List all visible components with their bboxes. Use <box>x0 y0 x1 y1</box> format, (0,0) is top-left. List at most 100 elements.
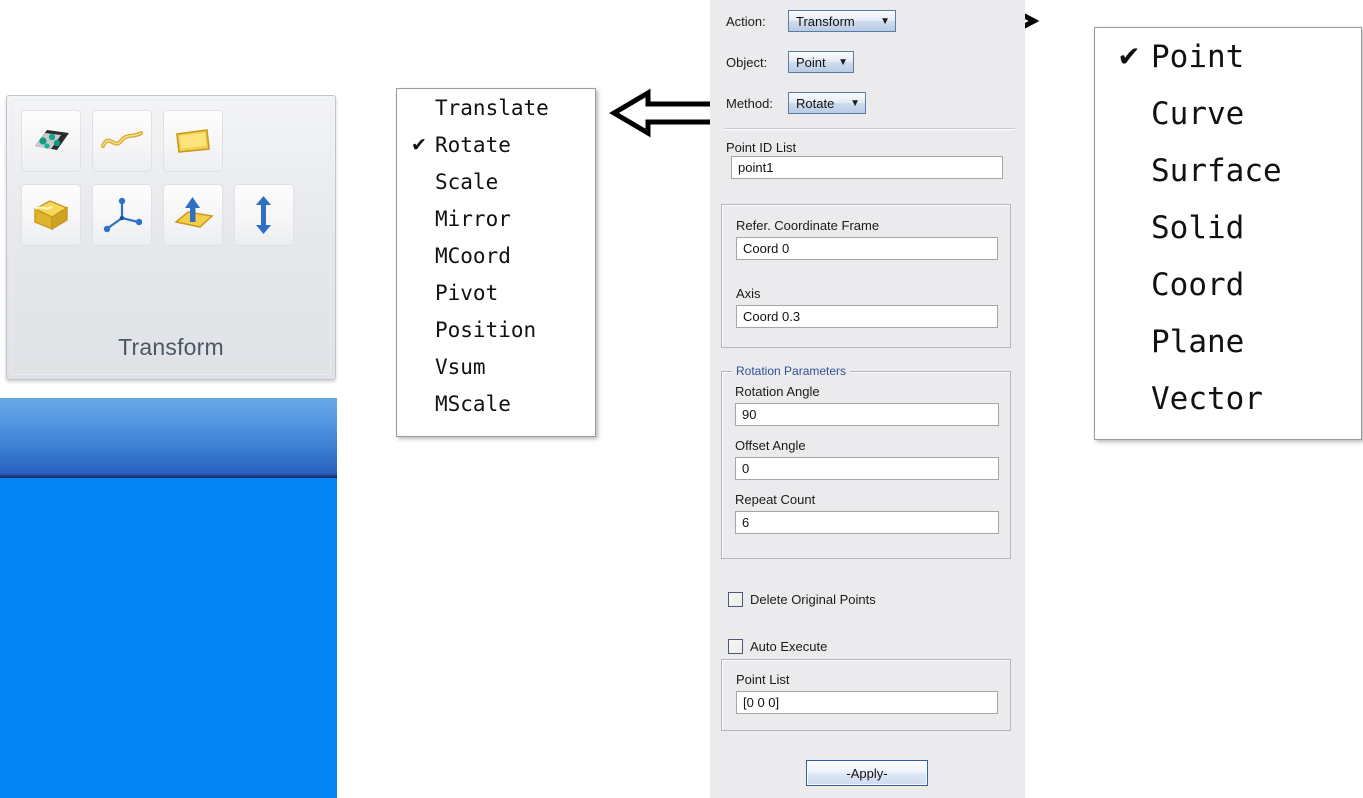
method-menu-item-mscale[interactable]: MScale <box>397 385 595 422</box>
method-menu-item-label: MCoord <box>435 243 511 268</box>
auto-execute-checkbox[interactable]: Auto Execute <box>728 639 827 654</box>
method-combobox[interactable]: Rotate ▼ <box>788 92 866 114</box>
method-menu-item-mirror[interactable]: Mirror <box>397 200 595 237</box>
repeat-count-label: Repeat Count <box>735 492 816 507</box>
solid-icon <box>30 197 72 233</box>
transform-point-button[interactable] <box>21 110 81 172</box>
method-menu-item-scale[interactable]: Scale <box>397 163 595 200</box>
viewport-canvas[interactable] <box>0 478 337 798</box>
object-menu-item-label: Solid <box>1151 209 1245 246</box>
rotation-angle-value: 90 <box>742 407 757 422</box>
point-id-list-label: Point ID List <box>726 140 797 155</box>
method-menu-item-position[interactable]: Position <box>397 311 595 348</box>
object-combobox-value: Point <box>796 54 826 70</box>
transform-group-label: Transform <box>118 334 224 360</box>
action-combobox-value: Transform <box>796 13 855 29</box>
object-menu-item-coord[interactable]: Coord <box>1095 256 1361 313</box>
repeat-count-input[interactable]: 6 <box>735 511 999 534</box>
refer-frame-input[interactable]: Coord 0 <box>736 237 998 260</box>
object-menu-item-label: Plane <box>1151 323 1245 360</box>
delete-original-points-checkbox[interactable]: Delete Original Points <box>728 592 876 607</box>
axis-value: Coord 0.3 <box>743 309 801 324</box>
method-menu-item-label: Vsum <box>435 354 486 379</box>
method-row: Method: Rotate ▼ <box>726 90 1025 116</box>
axis-label: Axis <box>736 286 761 301</box>
refer-coordinate-frame-group: Refer. Coordinate Frame Coord 0 Axis Coo… <box>721 204 1011 348</box>
point-cloud-icon <box>31 124 71 158</box>
check-icon: ✔ <box>1117 40 1141 73</box>
method-label: Method: <box>726 95 773 111</box>
chevron-down-icon: ▼ <box>880 15 890 27</box>
object-menu-item-vector[interactable]: Vector <box>1095 370 1361 427</box>
method-menu-item-rotate[interactable]: ✔ Rotate <box>397 126 595 163</box>
transform-coord-button[interactable] <box>92 184 152 246</box>
method-menu-item-label: Rotate <box>435 132 511 157</box>
rotation-angle-input[interactable]: 90 <box>735 403 999 426</box>
transform-surface-button[interactable] <box>163 110 223 172</box>
coord-axes-icon <box>102 196 142 234</box>
vector-icon <box>250 195 278 235</box>
method-menu-item-label: Translate <box>435 95 549 120</box>
chevron-down-icon: ▼ <box>850 97 860 109</box>
action-label: Action: <box>726 13 766 29</box>
point-id-list-input[interactable]: point1 <box>731 156 1003 179</box>
action-row: Action: Transform ▼ <box>726 8 1025 34</box>
object-menu-item-label: Coord <box>1151 266 1245 303</box>
method-menu-item-label: Scale <box>435 169 499 194</box>
object-menu-item-label: Surface <box>1151 152 1282 189</box>
action-combobox[interactable]: Transform ▼ <box>788 10 896 32</box>
method-menu-item-vsum[interactable]: Vsum <box>397 348 595 385</box>
object-menu-item-curve[interactable]: Curve <box>1095 85 1361 142</box>
offset-angle-value: 0 <box>742 461 750 476</box>
checkbox-box <box>728 639 743 654</box>
method-menu-item-pivot[interactable]: Pivot <box>397 274 595 311</box>
transform-properties-panel: Action: Transform ▼ Object: Point ▼ Meth… <box>710 0 1025 798</box>
object-row: Object: Point ▼ <box>726 49 1025 75</box>
object-menu-item-label: Point <box>1151 38 1245 75</box>
point-list-group: Point List [0 0 0] <box>721 659 1011 731</box>
transform-plane-button[interactable] <box>163 184 223 246</box>
ribbon-row-top <box>21 110 325 172</box>
method-dropdown-menu[interactable]: Translate ✔ Rotate Scale Mirror MCoord Pivot Po… <box>396 88 596 437</box>
transform-vector-button[interactable] <box>234 184 294 246</box>
delete-original-points-label: Delete Original Points <box>750 592 876 607</box>
point-list-input[interactable]: [0 0 0] <box>736 691 998 714</box>
rotation-angle-label: Rotation Angle <box>735 384 820 399</box>
plane-icon <box>172 196 214 234</box>
point-list-value: [0 0 0] <box>743 695 780 710</box>
chevron-down-icon: ▼ <box>838 56 848 68</box>
apply-button[interactable]: -Apply- <box>806 760 928 786</box>
curve-icon <box>100 126 144 156</box>
ribbon-button-rows <box>21 110 325 258</box>
transform-ribbon-group: Transform <box>6 95 336 380</box>
object-menu-item-label: Vector <box>1151 380 1263 417</box>
point-list-label: Point List <box>736 672 790 687</box>
method-menu-item-label: Mirror <box>435 206 511 231</box>
object-menu-item-solid[interactable]: Solid <box>1095 199 1361 256</box>
repeat-count-value: 6 <box>742 515 750 530</box>
panel-divider <box>724 128 1015 130</box>
object-dropdown-menu[interactable]: ✔ Point Curve Surface Solid Coord Plane Vector <box>1094 27 1362 440</box>
method-menu-item-mcoord[interactable]: MCoord <box>397 237 595 274</box>
checkbox-box <box>728 592 743 607</box>
ribbon-row-bottom <box>21 184 325 246</box>
rotation-parameters-group: Rotation Parameters Rotation Angle 90 Of… <box>721 364 1011 559</box>
refer-frame-label: Refer. Coordinate Frame <box>736 218 880 233</box>
object-menu-item-point[interactable]: ✔ Point <box>1095 28 1361 85</box>
offset-angle-label: Offset Angle <box>735 438 806 453</box>
offset-angle-input[interactable]: 0 <box>735 457 999 480</box>
object-menu-item-plane[interactable]: Plane <box>1095 313 1361 370</box>
object-menu-item-surface[interactable]: Surface <box>1095 142 1361 199</box>
method-combobox-value: Rotate <box>796 95 835 111</box>
method-menu-item-translate[interactable]: Translate <box>397 89 595 126</box>
surface-icon <box>173 125 213 157</box>
refer-frame-value: Coord 0 <box>743 241 790 256</box>
rotation-parameters-title: Rotation Parameters <box>732 364 851 378</box>
transform-curve-button[interactable] <box>92 110 152 172</box>
axis-input[interactable]: Coord 0.3 <box>736 305 998 328</box>
object-menu-item-label: Curve <box>1151 95 1245 132</box>
auto-execute-label: Auto Execute <box>750 639 828 654</box>
object-combobox[interactable]: Point ▼ <box>788 51 854 73</box>
transform-solid-button[interactable] <box>21 184 81 246</box>
object-label: Object: <box>726 54 768 70</box>
